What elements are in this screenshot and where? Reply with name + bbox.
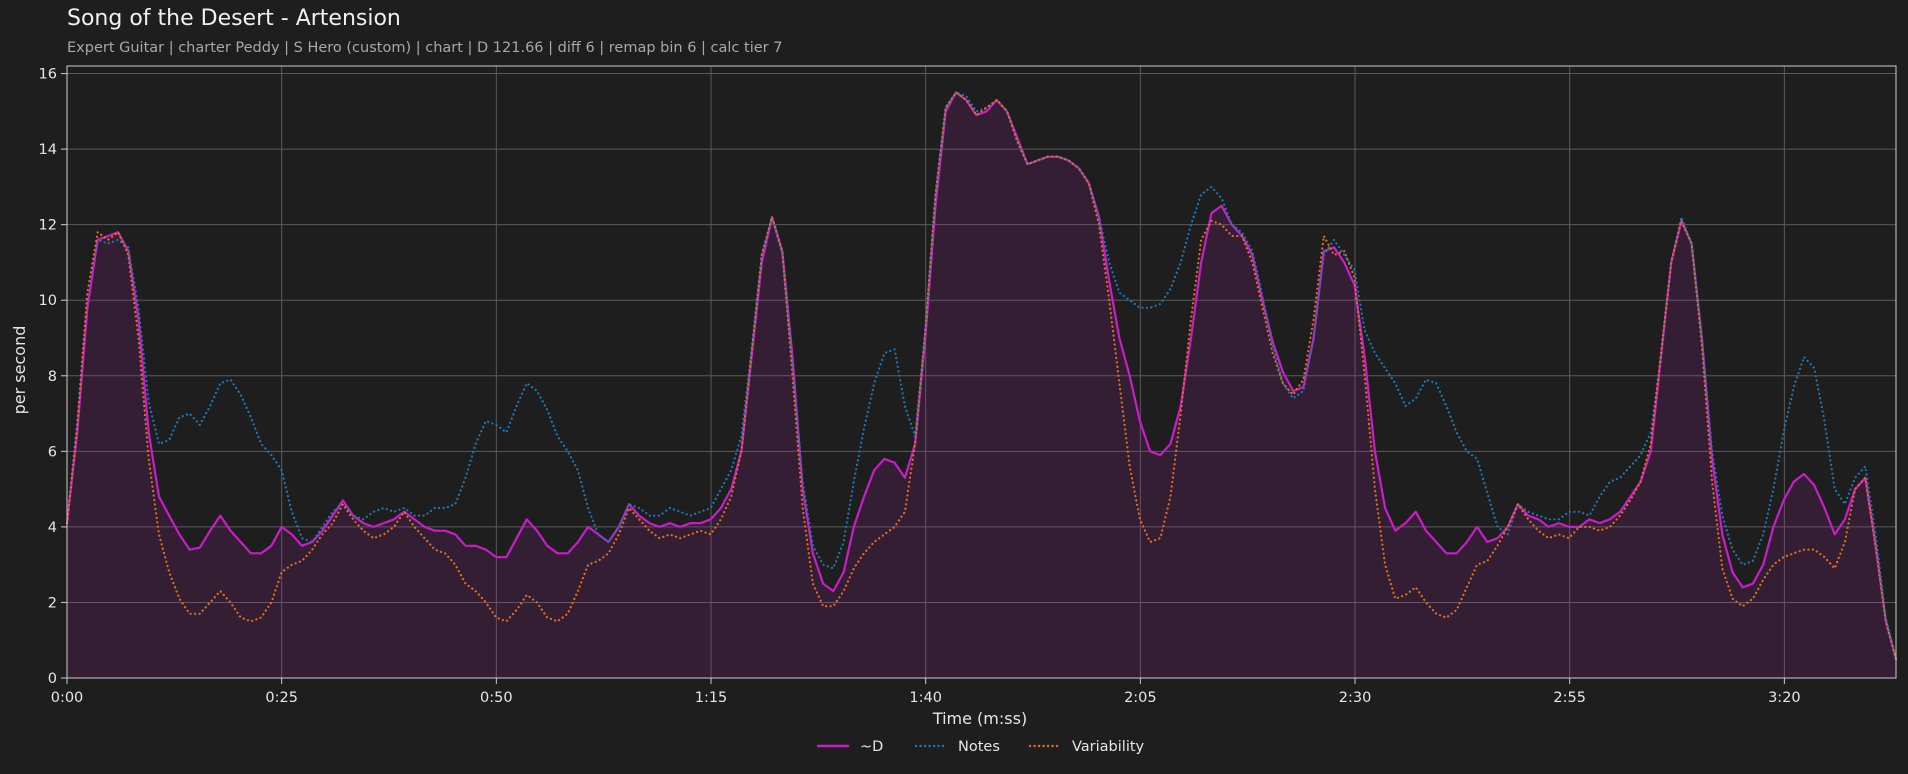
- legend-label: Notes: [958, 739, 1000, 755]
- y-tick-label: 2: [48, 595, 57, 611]
- legend-label: Variability: [1072, 739, 1145, 755]
- series-area-fill: [67, 92, 1896, 678]
- x-tick-label: 3:20: [1768, 690, 1801, 706]
- y-tick-label: 0: [48, 671, 57, 687]
- chart-svg: 0:00 0:25 0:50 1:15 1:40 2:05 2:30 2:55 3:20 0 2 4 6…: [10, 65, 1898, 755]
- x-tick-label: 1:15: [695, 690, 728, 706]
- legend-label: ~D: [860, 739, 883, 755]
- y-tick-label: 8: [48, 369, 57, 385]
- y-tick-label: 14: [39, 142, 57, 158]
- legend: ~D Notes Variability: [816, 739, 1145, 755]
- x-tick-label: 0:50: [480, 690, 513, 706]
- x-tick-label: 2:05: [1124, 690, 1157, 706]
- y-tick-label: 12: [39, 218, 57, 234]
- y-tick-label: 4: [48, 520, 57, 536]
- x-tick-label: 0:00: [51, 690, 84, 706]
- x-tick-label: 0:25: [265, 690, 298, 706]
- x-axis-title: Time (m:ss): [932, 709, 1027, 728]
- y-tick-label: 6: [48, 444, 57, 460]
- y-tick-label: 16: [39, 67, 57, 83]
- fill-layer: [67, 92, 1896, 678]
- x-tick-label: 2:30: [1339, 690, 1372, 706]
- y-axis-title: per second: [10, 326, 29, 415]
- x-tick-label: 1:40: [909, 690, 942, 706]
- y-tick-label: 10: [39, 293, 57, 309]
- x-tick-label: 2:55: [1553, 690, 1586, 706]
